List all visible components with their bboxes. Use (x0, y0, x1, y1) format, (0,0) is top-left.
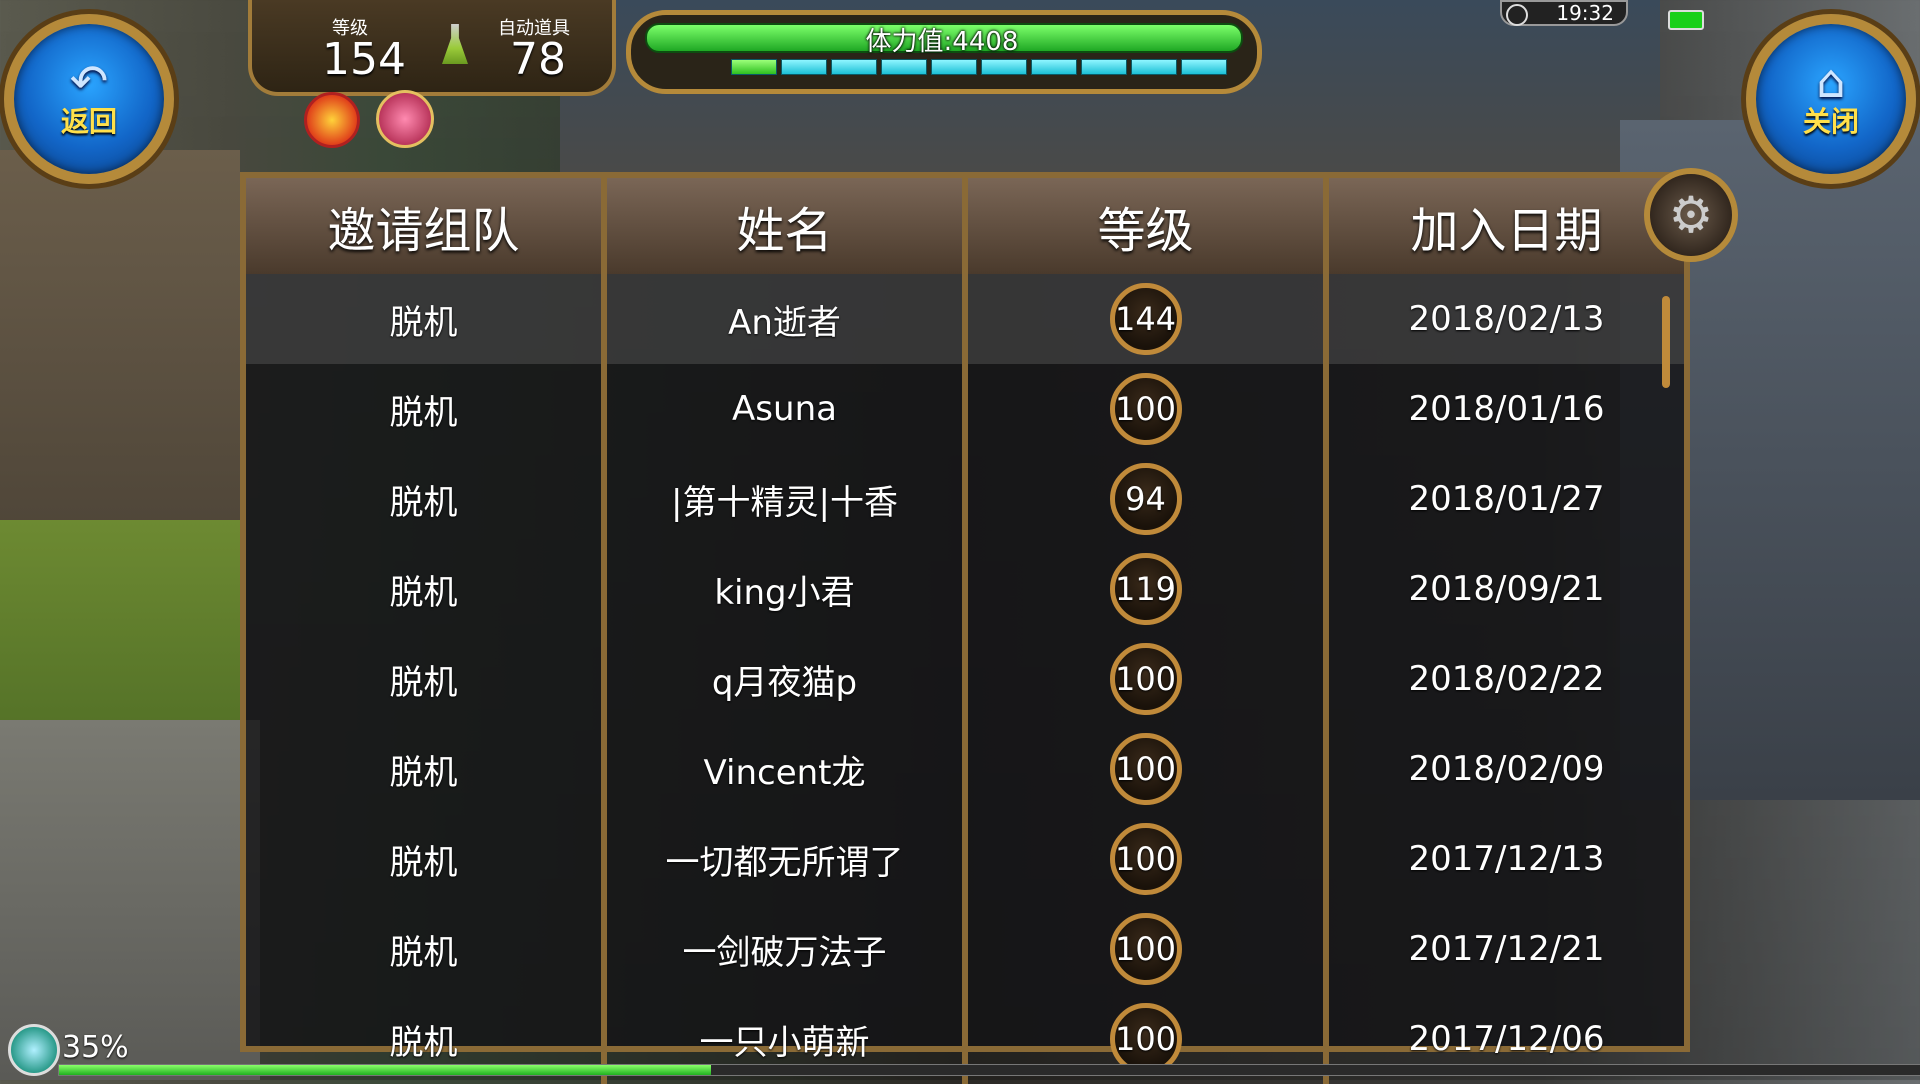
member-join-date: 2018/02/13 (1408, 299, 1605, 339)
header-level[interactable]: 等级 (968, 178, 1329, 274)
stamina-segment (1131, 59, 1177, 75)
member-join-date: 2018/01/16 (1408, 389, 1605, 429)
stamina-segment (931, 59, 977, 75)
member-name: Asuna (607, 364, 968, 454)
experience-icon (8, 1024, 60, 1076)
member-name: 一切都无所谓了 (607, 814, 968, 904)
table-row[interactable]: 脱机 An逝者 144 2018/02/13 (246, 274, 1684, 364)
stamina-segment (831, 59, 877, 75)
header-invite-team[interactable]: 邀请组队 (246, 178, 607, 274)
member-name: 一剑破万法子 (607, 904, 968, 994)
member-list-scrollbar[interactable] (1662, 296, 1670, 388)
member-level-cell: 100 (968, 724, 1329, 814)
table-row[interactable]: 脱机 Asuna 100 2018/01/16 (246, 364, 1684, 454)
table-row[interactable]: 脱机 Vincent龙 100 2018/02/09 (246, 724, 1684, 814)
header-name[interactable]: 姓名 (607, 178, 968, 274)
close-button[interactable]: ⌂ 关闭 (1746, 14, 1916, 184)
member-name: q月夜猫p (607, 634, 968, 724)
member-status: 脱机 (246, 724, 607, 814)
level-badge: 100 (1109, 913, 1182, 985)
player-hud: 等级 154 自动道具 78 (248, 0, 616, 96)
member-list: 脱机 An逝者 144 2018/02/13 脱机 Asuna 100 2018… (246, 274, 1684, 1084)
member-join-date: 2018/02/09 (1408, 749, 1605, 789)
gift-icon[interactable] (376, 90, 434, 148)
back-button[interactable]: ↶ 返回 (4, 14, 174, 184)
member-level-cell: 94 (968, 454, 1329, 544)
table-row[interactable]: 脱机 一剑破万法子 100 2017/12/21 (246, 904, 1684, 994)
experience-bar (58, 1064, 1920, 1076)
member-status: 脱机 (246, 904, 607, 994)
member-status: 脱机 (246, 544, 607, 634)
member-status: 脱机 (246, 364, 607, 454)
level-value: 154 (322, 34, 406, 85)
member-status: 脱机 (246, 814, 607, 904)
table-row[interactable]: 脱机 q月夜猫p 100 2018/02/22 (246, 634, 1684, 724)
close-button-label: 关闭 (1802, 105, 1859, 138)
member-level-cell: 100 (968, 904, 1329, 994)
level-badge: 100 (1109, 823, 1182, 895)
stamina-segment (1031, 59, 1077, 75)
stamina-segment (881, 59, 927, 75)
level-badge: 94 (1109, 463, 1182, 535)
stamina-segment (981, 59, 1027, 75)
member-join-date: 2018/09/21 (1408, 569, 1605, 609)
member-status: 脱机 (246, 274, 607, 364)
stamina-segment (731, 59, 777, 75)
member-status: 脱机 (246, 634, 607, 724)
table-row[interactable]: 脱机 |第十精灵|十香 94 2018/01/27 (246, 454, 1684, 544)
member-status: 脱机 (246, 454, 607, 544)
level-badge: 100 (1109, 643, 1182, 715)
member-name: An逝者 (607, 274, 968, 364)
member-level-cell: 100 (968, 364, 1329, 454)
member-join-date: 2017/12/13 (1408, 839, 1605, 879)
level-badge: 100 (1109, 373, 1182, 445)
table-row[interactable]: 脱机 一切都无所谓了 100 2017/12/13 (246, 814, 1684, 904)
level-badge: 144 (1109, 283, 1182, 355)
member-name: king小君 (607, 544, 968, 634)
member-level-cell: 119 (968, 544, 1329, 634)
back-button-label: 返回 (60, 105, 117, 138)
medal-icon[interactable] (304, 92, 360, 148)
stamina-segment (781, 59, 827, 75)
home-icon: ⌂ (1816, 54, 1846, 108)
potion-icon (442, 24, 468, 64)
battery-icon (1668, 10, 1704, 30)
member-level-cell: 100 (968, 814, 1329, 904)
guild-members-panel: 邀请组队 姓名 等级 加入日期 脱机 An逝者 144 2018/02/13 脱… (240, 172, 1690, 1084)
settings-gear-button[interactable]: ⚙ (1644, 168, 1738, 262)
gear-icon: ⚙ (1668, 186, 1714, 244)
member-name: |第十精灵|十香 (607, 454, 968, 544)
member-join-date: 2018/01/27 (1408, 479, 1605, 519)
stamina-panel: 体力值:4408 (626, 10, 1262, 94)
member-name: Vincent龙 (607, 724, 968, 814)
member-join-date: 2018/02/22 (1408, 659, 1605, 699)
level-badge: 119 (1109, 553, 1182, 625)
experience-bar-fill (59, 1065, 711, 1075)
auto-items-value: 78 (510, 34, 566, 85)
clock-icon (1506, 4, 1528, 26)
level-badge: 100 (1109, 733, 1182, 805)
stamina-segment (1081, 59, 1127, 75)
header-join-date[interactable]: 加入日期 (1329, 178, 1684, 274)
stamina-segments (731, 59, 1227, 75)
table-row[interactable]: 脱机 king小君 119 2018/09/21 (246, 544, 1684, 634)
member-level-cell: 100 (968, 634, 1329, 724)
experience-percent: 35% (62, 1030, 129, 1065)
stamina-segment (1181, 59, 1227, 75)
table-header: 邀请组队 姓名 等级 加入日期 (246, 178, 1684, 274)
stamina-text: 体力值:4408 (865, 27, 1019, 57)
clock: 19:32 (1500, 0, 1628, 26)
back-arrow-icon: ↶ (69, 54, 109, 108)
clock-time: 19:32 (1556, 1, 1614, 25)
member-join-date: 2017/12/21 (1408, 929, 1605, 969)
member-level-cell: 144 (968, 274, 1329, 364)
